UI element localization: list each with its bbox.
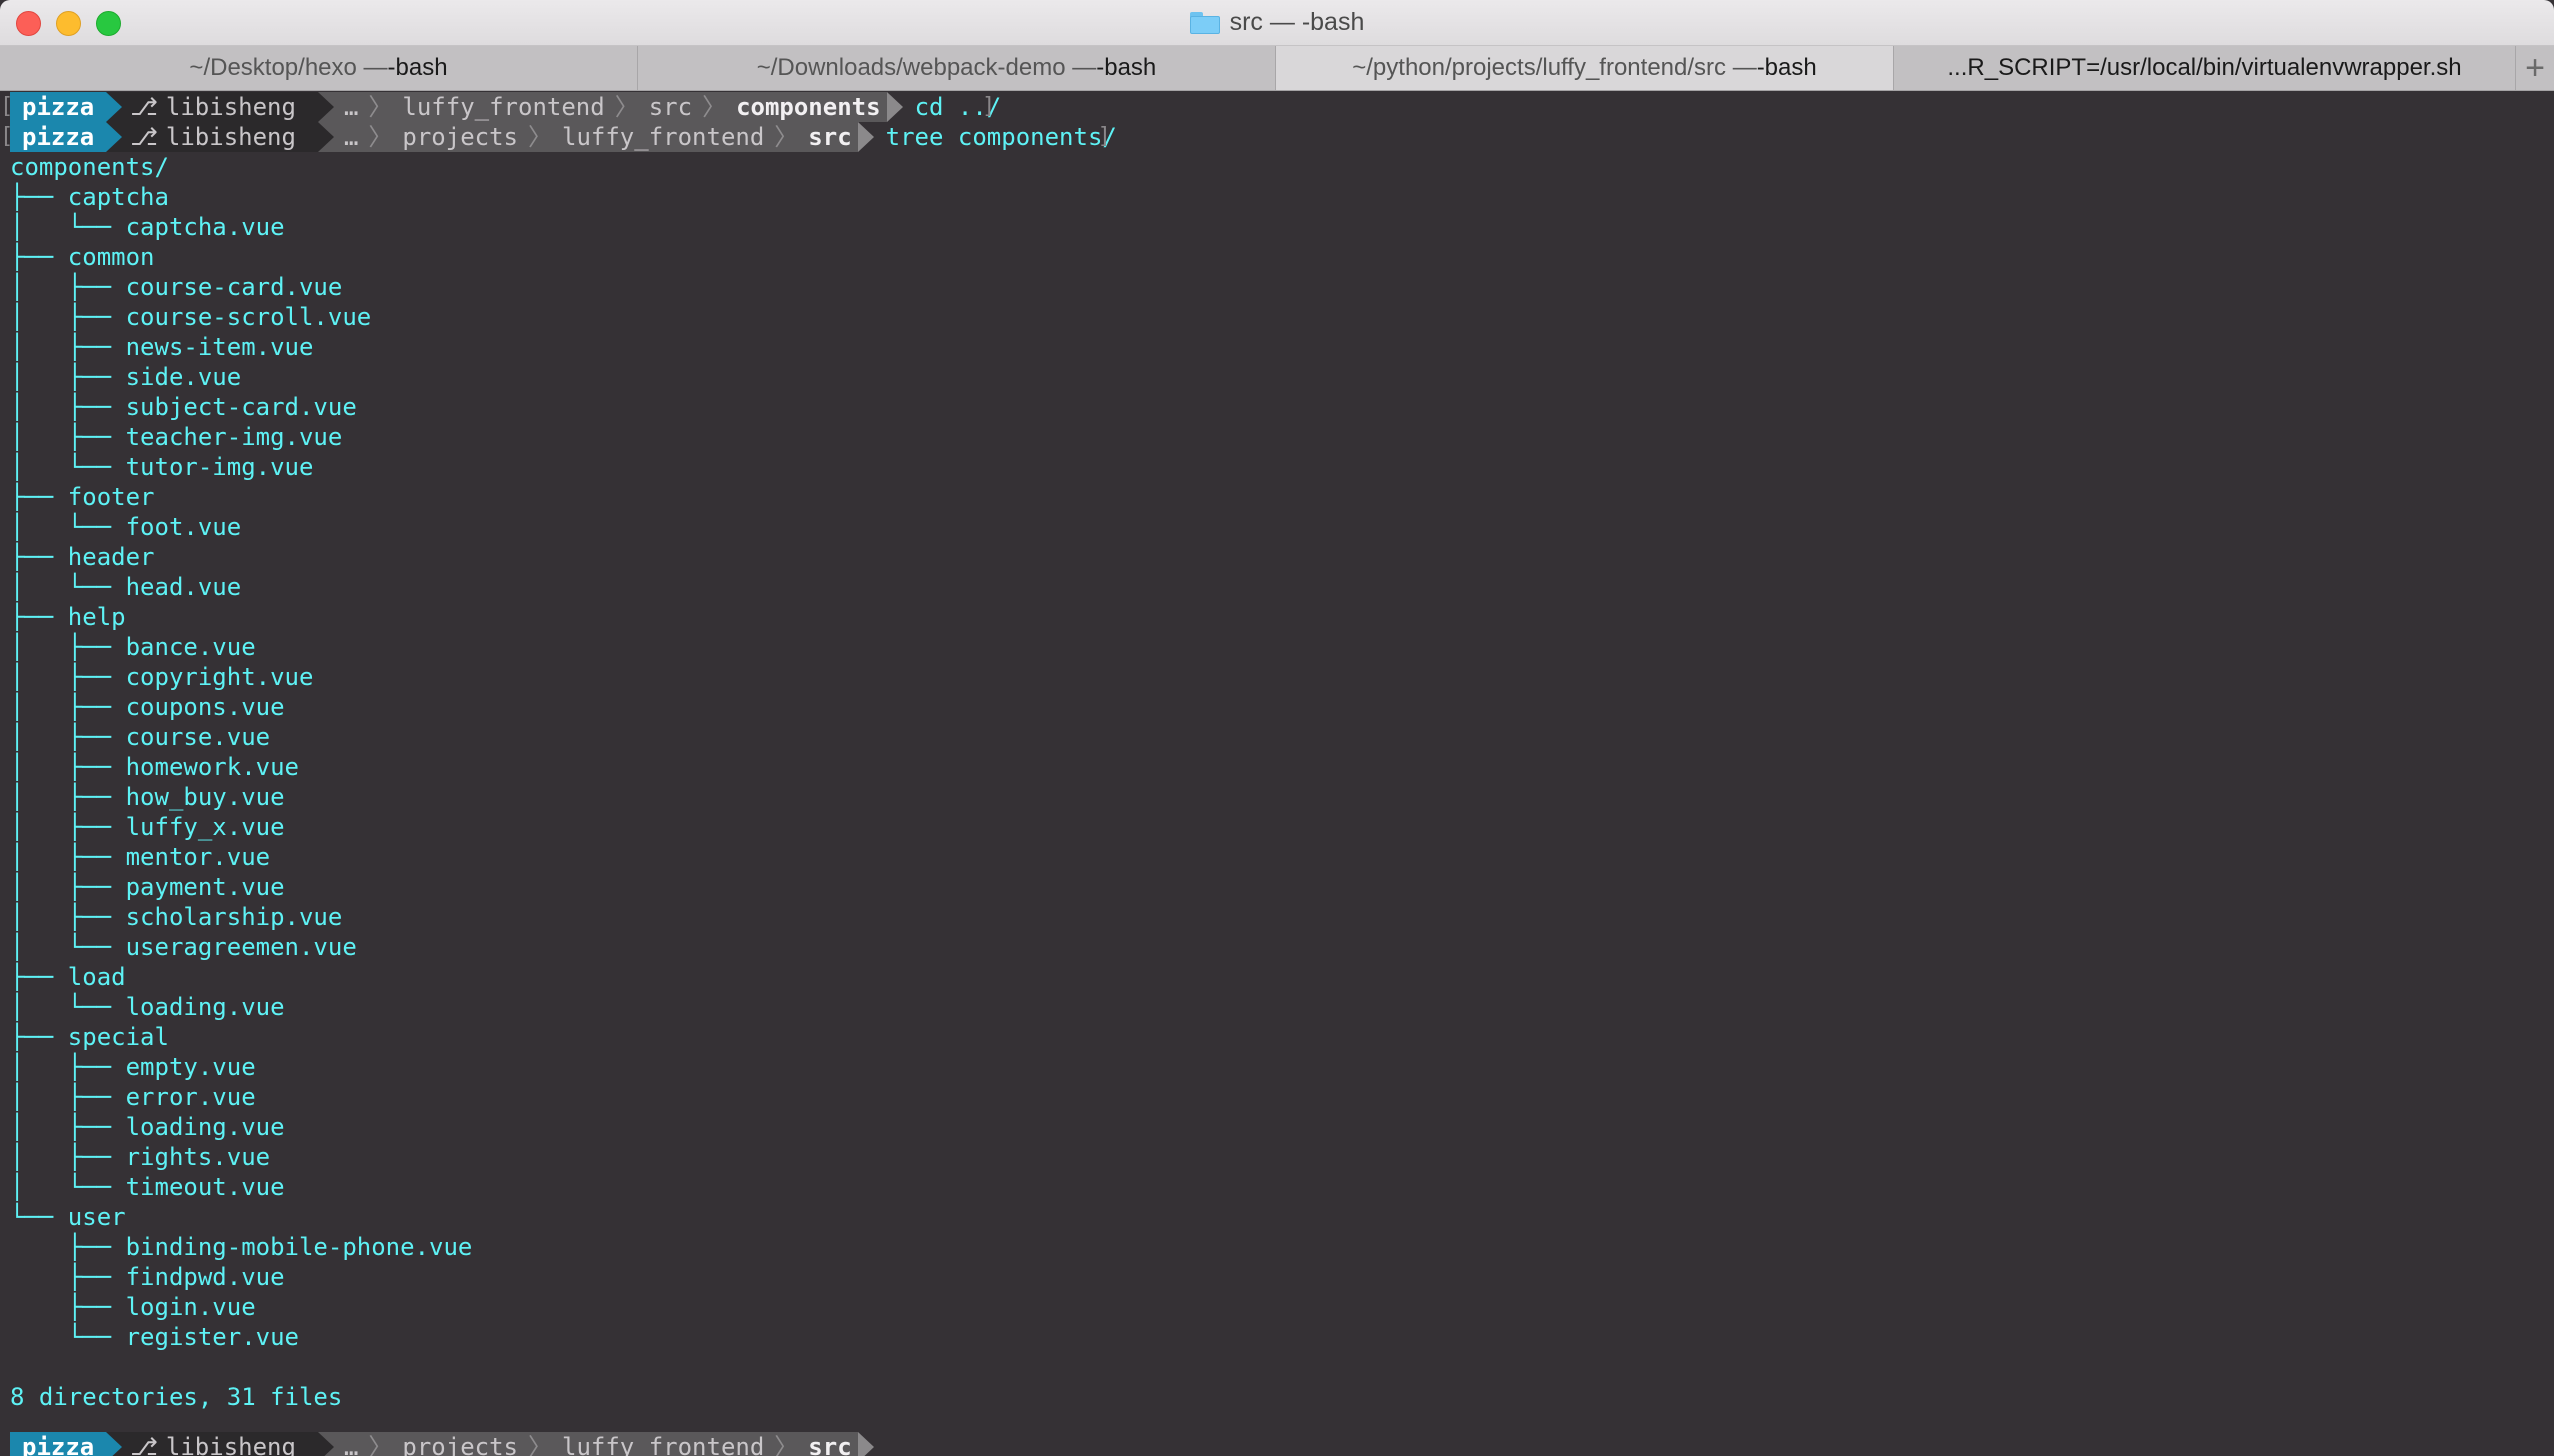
tree-line: │ └── tutor-img.vue: [10, 453, 314, 481]
git-branch-icon: ⎇: [130, 93, 158, 121]
window-title: src — -bash: [0, 0, 2554, 45]
git-branch-icon: ⎇: [130, 123, 158, 151]
path-separator-icon: 〉: [774, 1433, 799, 1456]
tree-line: │ ├── copyright.vue: [10, 663, 314, 691]
path-current: src: [808, 123, 852, 151]
prompt-line: [ pizza ⎇ libisheng … 〉 luffy_frontend 〉 sr…: [0, 92, 1002, 122]
final-prompt-line: pizza ⎇ libisheng … 〉 projects 〉 luffy_fron…: [0, 1432, 906, 1456]
tree-line: │ ├── course.vue: [10, 723, 271, 751]
path-separator-icon: 〉: [368, 93, 393, 121]
path-part: luffy_frontend: [562, 123, 765, 151]
tree-line: │ └── foot.vue: [10, 513, 242, 541]
tree-line: │ ├── scholarship.vue: [10, 903, 343, 931]
terminal-window: src — -bash ~/Desktop/hexo — -bash ~/Dow…: [0, 0, 2554, 1456]
command-text: tree components/: [885, 123, 1117, 151]
tab-virtualenvwrapper[interactable]: ...R_SCRIPT=/usr/local/bin/virtualenvwra…: [1894, 46, 2516, 90]
path-current: src: [808, 1433, 852, 1456]
prompt-git-segment: ⎇ libisheng: [106, 1432, 334, 1456]
tree-line: │ ├── how_buy.vue: [10, 783, 285, 811]
path-part: luffy_frontend: [562, 1433, 765, 1456]
path-separator-icon: 〉: [368, 1433, 393, 1456]
tree-line: │ ├── news-item.vue: [10, 333, 314, 361]
tree-line: │ ├── subject-card.vue: [10, 393, 357, 421]
path-part: projects: [402, 1433, 518, 1456]
tree-line: │ └── timeout.vue: [10, 1173, 285, 1201]
tree-line: │ ├── course-card.vue: [10, 273, 343, 301]
path-separator-icon: 〉: [528, 123, 552, 151]
path-ellipsis: …: [343, 123, 359, 151]
prompt-user-segment: pizza: [10, 1432, 123, 1456]
tree-line: └── register.vue: [10, 1323, 299, 1351]
tree-line: │ └── captcha.vue: [10, 213, 285, 241]
path-separator-icon: 〉: [528, 1433, 552, 1456]
tree-line: │ └── head.vue: [10, 573, 242, 601]
tree-line: ├── footer: [10, 483, 155, 511]
tree-line: │ └── useragreemen.vue: [10, 933, 357, 961]
git-branch-icon: ⎇: [130, 1433, 158, 1456]
tab-command: -bash: [1756, 54, 1817, 81]
tree-line: │ ├── course-scroll.vue: [10, 303, 372, 331]
tree-line: │ ├── bance.vue: [10, 633, 256, 661]
terminal-content[interactable]: [ pizza ⎇ libisheng … 〉 luffy_frontend 〉 sr…: [0, 92, 2554, 1456]
tree-line: │ ├── coupons.vue: [10, 693, 285, 721]
tree-line: │ ├── rights.vue: [10, 1143, 271, 1171]
path-current: components: [736, 93, 881, 121]
tree-line: │ ├── payment.vue: [10, 873, 285, 901]
prompt-git-segment: ⎇ libisheng: [106, 122, 334, 152]
tree-line: ├── captcha: [10, 183, 169, 211]
path-separator-icon: 〉: [774, 123, 799, 151]
tree-line: │ ├── mentor.vue: [10, 843, 271, 871]
tree-line: ├── special: [10, 1023, 169, 1051]
tree-line: ├── help: [10, 603, 126, 631]
tree-line: │ ├── luffy_x.vue: [10, 813, 285, 841]
tree-line: │ ├── side.vue: [10, 363, 242, 391]
prompt-path-segment: … 〉 luffy_frontend 〉 src 〉 components: [317, 92, 903, 122]
tab-webpack-demo[interactable]: ~/Downloads/webpack-demo — -bash: [638, 46, 1276, 90]
tree-line: components/: [10, 153, 169, 181]
prompt-git-segment: ⎇ libisheng: [106, 92, 334, 122]
prompt-line: [ pizza ⎇ libisheng … 〉 projects 〉 luffy_fr…: [0, 122, 1117, 152]
tab-label: ~/Downloads/webpack-demo —: [756, 54, 1097, 81]
tab-label: ~/Desktop/hexo —: [189, 54, 388, 81]
tab-luffy-frontend-src[interactable]: ~/python/projects/luffy_frontend/src — -…: [1276, 46, 1894, 90]
tree-line: ├── binding-mobile-phone.vue: [10, 1233, 473, 1261]
tree-line: ├── findpwd.vue: [10, 1263, 285, 1291]
tree-line: │ ├── homework.vue: [10, 753, 299, 781]
tree-line: │ ├── teacher-img.vue: [10, 423, 343, 451]
path-separator-icon: 〉: [614, 93, 639, 121]
tab-command: -bash: [387, 54, 448, 81]
path-ellipsis: …: [343, 1433, 359, 1456]
path-part: src: [648, 93, 693, 121]
tab-hexo[interactable]: ~/Desktop/hexo — -bash: [0, 46, 638, 90]
tree-summary: 8 directories, 31 files: [10, 1383, 343, 1411]
path-part: projects: [402, 123, 518, 151]
tree-line: │ ├── error.vue: [10, 1083, 256, 1111]
path-separator-icon: 〉: [702, 93, 727, 121]
tree-line: └── user: [10, 1203, 126, 1231]
tree-line: │ ├── loading.vue: [10, 1113, 285, 1141]
tab-command: -bash: [1096, 54, 1157, 81]
tree-line: ├── login.vue: [10, 1293, 256, 1321]
tab-label: ...R_SCRIPT=/usr/local/bin/virtualenvwra…: [1947, 54, 2462, 81]
tree-line: │ └── loading.vue: [10, 993, 285, 1021]
folder-icon: [1189, 11, 1220, 34]
new-tab-button[interactable]: +: [2516, 46, 2554, 90]
window-title-text: src — -bash: [1229, 8, 1365, 36]
prompt-path-segment: … 〉 projects 〉 luffy_frontend 〉 src: [317, 1432, 874, 1456]
path-separator-icon: 〉: [368, 123, 393, 151]
tab-label: ~/python/projects/luffy_frontend/src —: [1352, 54, 1757, 81]
tree-line: │ ├── empty.vue: [10, 1053, 256, 1081]
prompt-user-segment: pizza: [10, 92, 123, 122]
prompt-user-segment: pizza: [10, 122, 123, 152]
plus-icon: +: [2525, 48, 2545, 87]
tab-bar: ~/Desktop/hexo — -bash ~/Downloads/webpa…: [0, 46, 2554, 91]
tree-line: ├── load: [10, 963, 126, 991]
path-part: luffy_frontend: [402, 93, 605, 121]
title-bar[interactable]: src — -bash: [0, 0, 2554, 46]
tree-line: ├── common: [10, 243, 155, 271]
prompt-path-segment: … 〉 projects 〉 luffy_frontend 〉 src: [317, 122, 874, 152]
tree-line: ├── header: [10, 543, 155, 571]
path-ellipsis: …: [343, 93, 359, 121]
